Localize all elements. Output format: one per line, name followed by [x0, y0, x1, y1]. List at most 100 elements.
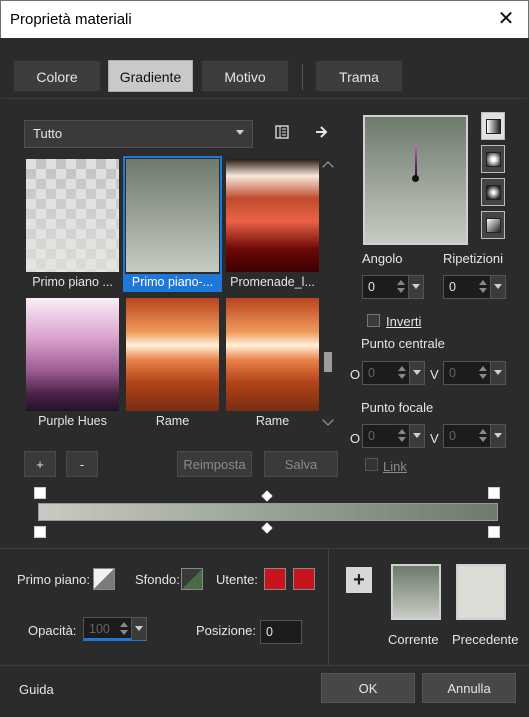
chevron-up-icon[interactable]	[322, 161, 334, 173]
opacity-label: Opacità:	[28, 623, 77, 638]
center-o-stepper[interactable]: 0	[362, 361, 425, 385]
repeats-stepper[interactable]: 0	[443, 275, 506, 299]
stepper-arrows-icon[interactable]	[396, 428, 408, 444]
link-checkbox[interactable]	[365, 458, 378, 471]
angle-label: Angolo	[362, 251, 403, 266]
gradient-swatch	[226, 298, 319, 411]
chevron-down-icon	[236, 130, 244, 135]
chevron-down-icon[interactable]	[490, 425, 505, 447]
focal-v-label: V	[430, 431, 439, 446]
category-select[interactable]: Tutto	[24, 120, 253, 148]
stepper-arrows-icon[interactable]	[395, 279, 407, 295]
focal-v-stepper[interactable]: 0	[443, 424, 506, 448]
focal-o-stepper[interactable]: 0	[362, 424, 425, 448]
stepper-arrows-icon[interactable]	[477, 279, 489, 295]
user-color-swatch[interactable]	[293, 568, 315, 590]
previous-label: Precedente	[452, 632, 519, 647]
gradient-swatch	[126, 298, 219, 411]
focal-point-label: Punto focale	[361, 400, 434, 415]
tab-divider	[302, 64, 303, 90]
scroll-thumb[interactable]	[324, 352, 332, 372]
repeats-value[interactable]: 0	[449, 280, 456, 294]
opacity-stepper[interactable]: 100	[83, 617, 147, 641]
add-gradient-button[interactable]: +	[24, 451, 56, 477]
chevron-down-icon[interactable]	[408, 276, 423, 298]
tab-motivo[interactable]: Motivo	[201, 60, 289, 92]
invert-checkbox[interactable]	[367, 314, 380, 327]
add-to-swatches-button[interactable]: +	[346, 567, 372, 593]
chevron-down-icon[interactable]	[409, 425, 424, 447]
category-selected-label: Tutto	[33, 126, 63, 141]
view-mode-icon[interactable]	[271, 121, 293, 143]
angle-needle[interactable]	[415, 147, 417, 177]
panel-divider	[328, 549, 329, 665]
tab-trama[interactable]: Trama	[315, 60, 403, 92]
position-label: Posizione:	[196, 623, 256, 638]
stepper-arrows-icon[interactable]	[477, 365, 489, 381]
sunburst-style-button[interactable]	[481, 178, 505, 206]
center-point-label: Punto centrale	[361, 336, 445, 351]
gradient-editor-bar[interactable]	[38, 503, 498, 521]
materials-panel	[0, 548, 529, 665]
gradient-preview[interactable]	[363, 115, 468, 245]
angle-stepper[interactable]: 0	[362, 275, 424, 299]
previous-material-swatch[interactable]	[456, 564, 506, 620]
chevron-down-icon[interactable]	[322, 414, 334, 426]
chevron-down-icon[interactable]	[490, 362, 505, 384]
tab-gradiente[interactable]: Gradiente	[108, 60, 193, 92]
gradient-label: Purple Hues	[38, 414, 107, 428]
gradient-tile[interactable]: Rame	[224, 296, 321, 430]
gradient-tile[interactable]: Purple Hues	[24, 296, 121, 430]
focal-v-value[interactable]: 0	[449, 429, 456, 443]
foreground-label: Primo piano:	[17, 572, 90, 587]
reset-button[interactable]: Reimposta	[177, 451, 252, 477]
chevron-down-icon[interactable]	[131, 618, 146, 640]
position-input[interactable]: 0	[260, 620, 302, 644]
opacity-value[interactable]: 100	[89, 622, 110, 636]
remove-gradient-button[interactable]: -	[66, 451, 98, 477]
arrow-right-icon[interactable]	[311, 121, 333, 143]
gradient-tile[interactable]: Rame	[124, 296, 221, 430]
background-label: Sfondo:	[135, 572, 180, 587]
radial-style-button[interactable]	[481, 211, 505, 239]
center-o-label: O	[350, 367, 361, 382]
gradient-label: Primo piano ...	[32, 275, 113, 289]
center-o-value[interactable]: 0	[368, 366, 375, 380]
link-label: Link	[383, 459, 407, 474]
chevron-down-icon[interactable]	[490, 276, 505, 298]
library-scrollbar[interactable]	[321, 157, 335, 432]
gradient-label: Primo piano-...	[124, 274, 221, 291]
background-swatch[interactable]	[181, 568, 203, 590]
center-v-stepper[interactable]: 0	[443, 361, 506, 385]
chevron-down-icon[interactable]	[409, 362, 424, 384]
focal-o-value[interactable]: 0	[368, 429, 375, 443]
rectangular-style-button[interactable]	[481, 145, 505, 173]
focal-o-label: O	[350, 431, 361, 446]
top-color-stop[interactable]	[488, 487, 500, 499]
stepper-arrows-icon[interactable]	[118, 621, 130, 637]
gradient-tile[interactable]: Promenade_l...	[224, 157, 321, 291]
stepper-arrows-icon[interactable]	[396, 365, 408, 381]
cancel-button[interactable]: Annulla	[422, 673, 516, 703]
save-button[interactable]: Salva	[264, 451, 338, 477]
bottom-color-stop[interactable]	[488, 526, 500, 538]
center-v-value[interactable]: 0	[449, 366, 456, 380]
foreground-swatch[interactable]	[93, 568, 115, 590]
position-value[interactable]: 0	[266, 625, 273, 639]
close-icon[interactable]: ✕	[484, 1, 528, 39]
gradient-library: Primo piano ... Primo piano-... Promenad…	[24, 156, 321, 432]
tab-colore[interactable]: Colore	[13, 60, 101, 92]
gradient-tile[interactable]: Primo piano ...	[24, 157, 121, 291]
linear-style-button[interactable]	[481, 112, 505, 140]
help-link[interactable]: Guida	[19, 682, 54, 697]
user-color-swatch[interactable]	[264, 568, 286, 590]
bottom-color-stop[interactable]	[34, 526, 46, 538]
ok-button[interactable]: OK	[321, 673, 415, 703]
repeats-label: Ripetizioni	[443, 251, 503, 266]
angle-value[interactable]: 0	[368, 280, 375, 294]
top-color-stop[interactable]	[34, 487, 46, 499]
current-material-swatch[interactable]	[391, 564, 441, 620]
gradient-tile[interactable]: Primo piano-...	[123, 156, 222, 292]
center-v-label: V	[430, 367, 439, 382]
stepper-arrows-icon[interactable]	[477, 428, 489, 444]
